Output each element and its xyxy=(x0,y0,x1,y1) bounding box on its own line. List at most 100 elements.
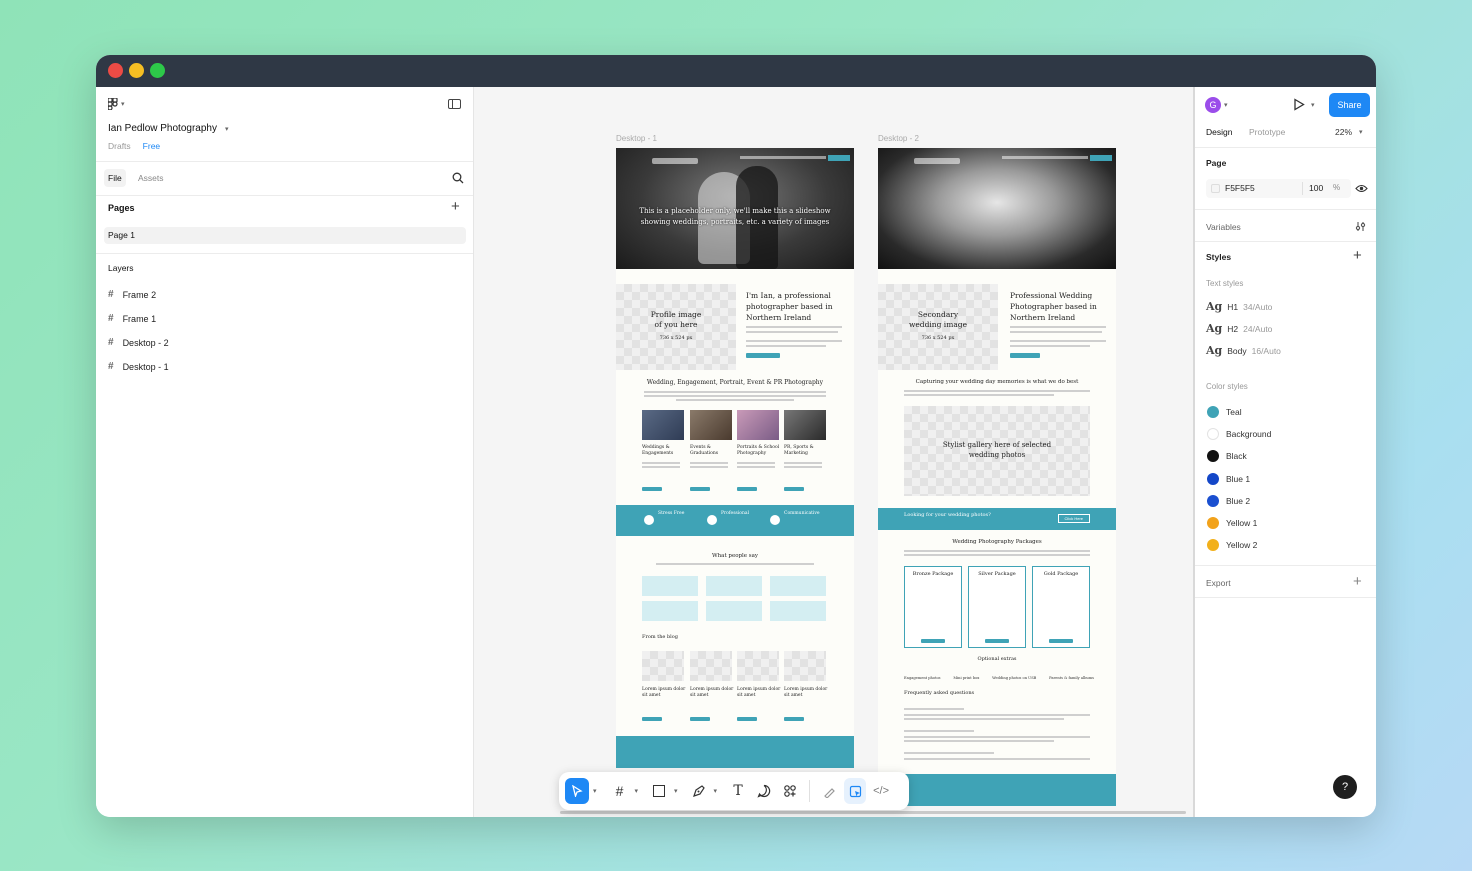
tab-assets[interactable]: Assets xyxy=(138,169,164,187)
color-swatch-blue-2[interactable] xyxy=(1207,495,1219,507)
color-swatch-yellow-2[interactable] xyxy=(1207,539,1219,551)
pen-tool-button[interactable] xyxy=(688,778,710,804)
rectangle-icon xyxy=(653,785,666,797)
chevron-down-icon[interactable]: ▾ xyxy=(593,787,597,795)
text-style-item[interactable]: Ag H2 24/Auto xyxy=(1206,322,1272,335)
color-style-name[interactable]: Teal xyxy=(1226,407,1242,417)
page-color-value[interactable]: F5F5F5 xyxy=(1225,183,1255,193)
color-style-name[interactable]: Blue 2 xyxy=(1226,496,1250,506)
location-link[interactable]: Drafts xyxy=(108,141,131,151)
blog-post-title: Lorem ipsum dolor sit amet xyxy=(784,687,828,698)
package-title: Gold Package xyxy=(1043,571,1079,577)
minimize-window-button[interactable] xyxy=(129,63,144,78)
variables-settings-icon[interactable] xyxy=(1355,221,1366,232)
dev-mode-button[interactable]: </> xyxy=(870,778,892,804)
add-export-icon[interactable]: + xyxy=(1353,573,1362,590)
tab-file[interactable]: File xyxy=(104,169,126,187)
tab-design[interactable]: Design xyxy=(1206,127,1232,137)
text-style-sample: Ag xyxy=(1206,322,1223,335)
export-label[interactable]: Export xyxy=(1206,578,1231,588)
color-swatch-background[interactable] xyxy=(1207,428,1219,440)
draw-mode-button[interactable] xyxy=(818,778,840,804)
text-style-name: H1 xyxy=(1227,302,1239,312)
add-style-icon[interactable]: + xyxy=(1353,247,1362,264)
tab-prototype[interactable]: Prototype xyxy=(1249,127,1285,137)
app-window: ▾ Ian Pedlow Photography ▾ Drafts Free F… xyxy=(96,55,1376,817)
actions-tool-button[interactable] xyxy=(779,778,801,804)
text-style-item[interactable]: Ag Body 16/Auto xyxy=(1206,344,1281,357)
chevron-down-icon[interactable]: ▾ xyxy=(635,787,639,795)
cta-button[interactable]: Click Here xyxy=(1057,514,1090,523)
color-style-name[interactable]: Blue 1 xyxy=(1226,474,1250,484)
avatar: G xyxy=(1205,97,1221,113)
main-menu-button[interactable]: ▾ xyxy=(108,98,125,110)
color-style-name[interactable]: Yellow 2 xyxy=(1226,540,1257,550)
chevron-down-icon[interactable]: ▾ xyxy=(714,787,718,795)
help-button[interactable]: ? xyxy=(1333,775,1357,799)
file-name: Ian Pedlow Photography xyxy=(108,123,217,134)
frame-label[interactable]: Desktop - 1 xyxy=(616,134,657,143)
styles-title: Styles xyxy=(1206,252,1232,262)
rectangle-tool-button[interactable] xyxy=(648,778,670,804)
page-color-field[interactable]: F5F5F5 100 % xyxy=(1206,179,1351,198)
color-style-name[interactable]: Yellow 1 xyxy=(1226,518,1257,528)
layer-item[interactable]: # Frame 2 xyxy=(108,289,156,300)
feature-title: Professional xyxy=(721,511,750,516)
chevron-down-icon[interactable]: ▾ xyxy=(674,787,678,795)
maximize-window-button[interactable] xyxy=(150,63,165,78)
testimonials-heading: What people say xyxy=(711,553,758,559)
frame-icon: # xyxy=(108,337,114,348)
search-icon[interactable] xyxy=(452,172,464,184)
eye-icon[interactable] xyxy=(1355,184,1368,193)
color-style-name[interactable]: Black xyxy=(1226,451,1247,461)
text-tool-button[interactable]: T xyxy=(727,778,749,804)
page-opacity-value[interactable]: 100 xyxy=(1309,183,1323,193)
close-window-button[interactable] xyxy=(108,63,123,78)
toggle-sidebar-icon[interactable] xyxy=(448,99,461,109)
color-swatch-teal[interactable] xyxy=(1207,406,1219,418)
file-name-button[interactable]: Ian Pedlow Photography ▾ xyxy=(108,123,228,134)
frame-icon: # xyxy=(108,313,114,324)
play-icon xyxy=(1294,98,1305,111)
color-swatch-black[interactable] xyxy=(1207,450,1219,462)
move-tool-button[interactable] xyxy=(565,778,589,804)
canvas[interactable]: Desktop - 1 Desktop - 2 This is a placeh… xyxy=(474,87,1194,817)
add-page-icon[interactable]: + xyxy=(451,198,460,215)
cursor-icon xyxy=(572,785,583,797)
hero-text: This is a placeholder only, we'll make t… xyxy=(639,207,831,226)
color-swatch[interactable] xyxy=(1211,184,1220,193)
plan-badge[interactable]: Free xyxy=(143,141,160,151)
intro-heading: I'm Ian, a professional photographer bas… xyxy=(746,291,833,322)
desktop-2-frame[interactable]: Secondary wedding image 736 x 524 px Pro… xyxy=(878,148,1116,806)
page-section-title: Page xyxy=(1206,158,1227,168)
cta-banner: Looking for your wedding photos? Click H… xyxy=(878,508,1116,530)
zoom-menu[interactable]: 22% ▾ xyxy=(1335,127,1363,137)
desktop-1-frame[interactable]: This is a placeholder only, we'll make t… xyxy=(616,148,854,768)
page-item[interactable]: Page 1 xyxy=(104,227,466,244)
package-card: Bronze Package xyxy=(904,566,962,648)
chevron-down-icon: ▾ xyxy=(1224,102,1228,109)
frame-icon: # xyxy=(615,783,624,799)
feature-title: Communicative xyxy=(784,511,820,516)
variables-label[interactable]: Variables xyxy=(1206,222,1241,232)
text-style-item[interactable]: Ag H1 34/Auto xyxy=(1206,300,1272,313)
layer-item[interactable]: # Frame 1 xyxy=(108,313,156,324)
frame-label[interactable]: Desktop - 2 xyxy=(878,134,919,143)
site-logo xyxy=(652,158,698,164)
horizontal-scrollbar[interactable] xyxy=(560,811,1186,814)
profile-size-text: 736 x 524 px xyxy=(659,335,693,341)
layer-label: Desktop - 2 xyxy=(122,337,169,348)
share-button[interactable]: Share xyxy=(1329,93,1370,117)
present-menu[interactable]: ▾ xyxy=(1293,98,1315,111)
service-title: Weddings & Engagements xyxy=(642,445,674,456)
color-swatch-blue-1[interactable] xyxy=(1207,473,1219,485)
color-style-name[interactable]: Background xyxy=(1226,429,1271,439)
comment-tool-button[interactable] xyxy=(753,778,775,804)
layer-item[interactable]: # Desktop - 1 xyxy=(108,361,169,372)
chevron-down-icon: ▾ xyxy=(224,125,229,133)
color-swatch-yellow-1[interactable] xyxy=(1207,517,1219,529)
user-menu[interactable]: G ▾ xyxy=(1205,97,1228,113)
layer-item[interactable]: # Desktop - 2 xyxy=(108,337,169,348)
design-mode-button[interactable] xyxy=(844,778,867,804)
frame-tool-button[interactable]: # xyxy=(609,778,631,804)
